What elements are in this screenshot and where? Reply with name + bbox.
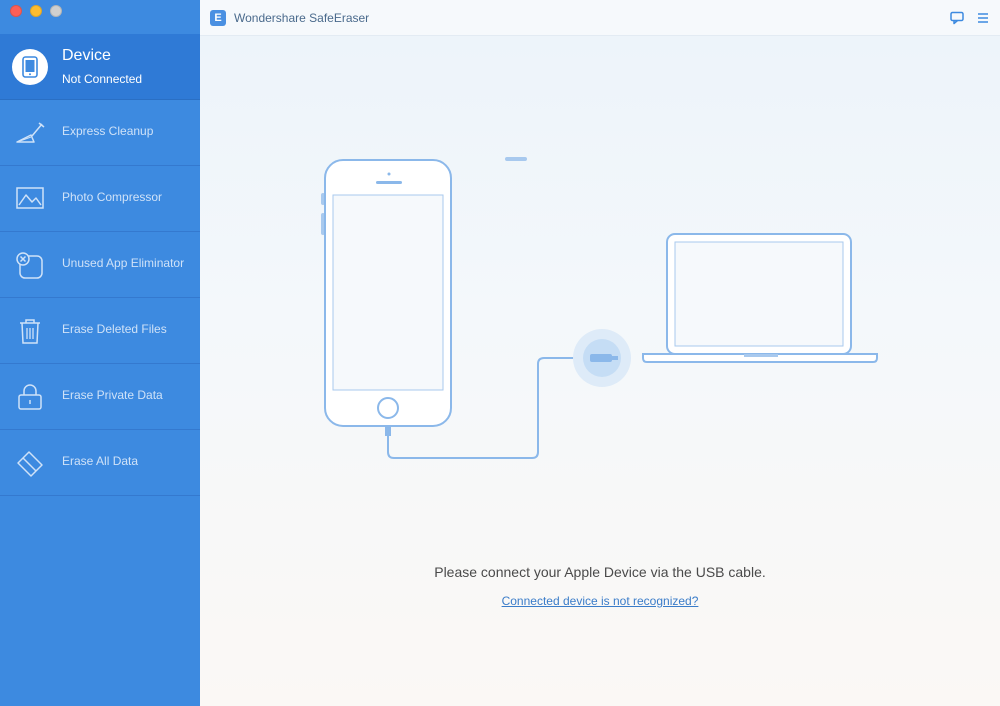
- sidebar-item-erase-all-data[interactable]: Erase All Data: [0, 430, 200, 496]
- device-panel[interactable]: Device Not Connected: [0, 34, 200, 100]
- sidebar-item-label: Photo Compressor: [62, 190, 163, 204]
- feedback-icon[interactable]: [950, 11, 964, 25]
- sidebar-item-express-cleanup[interactable]: Express Cleanup: [0, 100, 200, 166]
- iphone-illustration: [321, 157, 527, 436]
- sidebar-menu: Express Cleanup Photo Compressor Unused …: [0, 100, 200, 496]
- close-window-button[interactable]: [10, 5, 22, 17]
- menu-icon[interactable]: [976, 11, 990, 25]
- app-title: Wondershare SafeEraser: [234, 11, 370, 25]
- minimize-window-button[interactable]: [30, 5, 42, 17]
- sidebar-item-label: Erase Deleted Files: [62, 322, 167, 336]
- window-controls: [10, 5, 62, 17]
- broom-icon: [16, 122, 45, 143]
- sidebar-item-label: Erase All Data: [62, 454, 139, 468]
- photo-icon: [16, 187, 44, 209]
- sidebar-item-label: Erase Private Data: [62, 388, 163, 402]
- device-not-recognized-link[interactable]: Connected device is not recognized?: [502, 594, 699, 608]
- sidebar-item-photo-compressor[interactable]: Photo Compressor: [0, 166, 200, 232]
- app-logo: E: [210, 10, 226, 26]
- connect-prompt: Please connect your Apple Device via the…: [434, 564, 766, 580]
- sidebar-item-unused-app-eliminator[interactable]: Unused App Eliminator: [0, 232, 200, 298]
- phone-icon: [12, 49, 48, 85]
- lock-icon: [18, 384, 42, 410]
- maximize-window-button[interactable]: [50, 5, 62, 17]
- sidebar: Device Not Connected Express Cleanup Pho…: [0, 0, 200, 706]
- eraser-icon: [17, 451, 43, 477]
- sidebar-item-erase-deleted-files[interactable]: Erase Deleted Files: [0, 298, 200, 364]
- usb-connector-icon: [573, 329, 631, 387]
- laptop-illustration: [642, 233, 878, 363]
- app-remove-icon: [16, 252, 43, 279]
- device-status: Not Connected: [62, 72, 143, 86]
- sidebar-item-erase-private-data[interactable]: Erase Private Data: [0, 364, 200, 430]
- connect-device-illustration: [321, 157, 878, 459]
- sidebar-item-label: Unused App Eliminator: [62, 256, 185, 270]
- device-title: Device: [62, 47, 111, 64]
- main-panel: E Wondershare SafeEraser Please connect …: [200, 0, 1000, 706]
- trash-icon: [20, 319, 40, 344]
- sidebar-item-label: Express Cleanup: [62, 124, 154, 138]
- title-bar: E Wondershare SafeEraser: [200, 0, 1000, 36]
